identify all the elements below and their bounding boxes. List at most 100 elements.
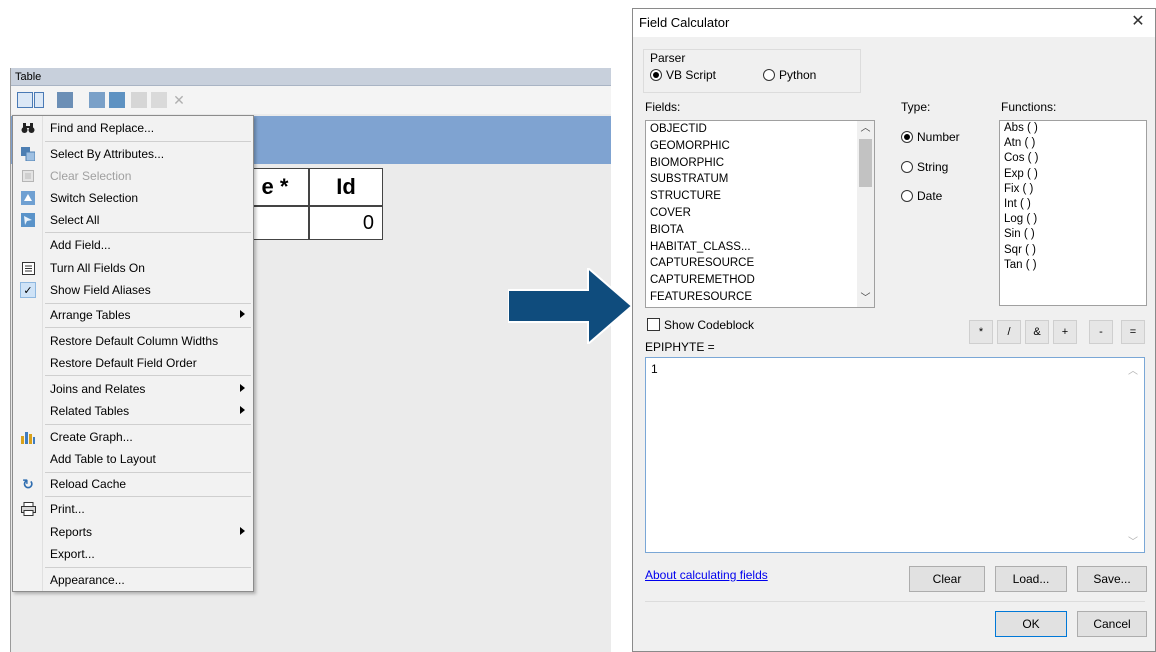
- function-list-item[interactable]: Int ( ): [1000, 197, 1146, 212]
- function-list-item[interactable]: Exp ( ): [1000, 167, 1146, 182]
- menu-item-reports[interactable]: Reports: [13, 521, 253, 543]
- menu-item-label: Appearance...: [50, 573, 125, 587]
- menu-item-reload-cache[interactable]: ↻ Reload Cache: [13, 473, 253, 495]
- menu-item-label: Related Tables: [50, 404, 130, 418]
- menu-item-print[interactable]: Print...: [13, 498, 253, 520]
- menu-item-label: Select By Attributes...: [50, 147, 165, 161]
- menu-separator: [45, 141, 251, 142]
- type-radio-date[interactable]: Date: [901, 189, 942, 203]
- parser-radio-python[interactable]: Python: [763, 68, 816, 82]
- menu-item-clear-selection[interactable]: Clear Selection: [13, 165, 253, 187]
- scroll-up-icon[interactable]: ︿: [1128, 362, 1138, 377]
- fields-scrollbar[interactable]: ︿ ﹀: [857, 121, 874, 307]
- menu-item-appearance[interactable]: Appearance...: [13, 569, 253, 591]
- menu-item-find-and-replace[interactable]: Find and Replace...: [13, 117, 253, 139]
- expression-textarea[interactable]: 1 ︿ ﹀: [645, 357, 1145, 553]
- operator-divide-button[interactable]: /: [997, 320, 1021, 344]
- function-list-item[interactable]: Tan ( ): [1000, 258, 1146, 273]
- field-list-item[interactable]: BIOMORPHIC: [646, 155, 874, 172]
- operator-ampersand-button[interactable]: &: [1025, 320, 1049, 344]
- parser-radio-vbscript[interactable]: VB Script: [650, 68, 716, 82]
- menu-separator: [45, 424, 251, 425]
- about-calculating-fields-link[interactable]: About calculating fields: [645, 568, 768, 582]
- radio-unselected-icon: [763, 69, 775, 81]
- clear-selection-toolbar-icon[interactable]: [131, 92, 147, 108]
- field-list-item[interactable]: OBJECTID: [646, 121, 874, 138]
- show-codeblock-checkbox[interactable]: [647, 318, 660, 331]
- menu-item-add-field[interactable]: Add Field...: [13, 234, 253, 256]
- field-list-item[interactable]: GEOMORPHIC: [646, 138, 874, 155]
- field-list-item[interactable]: SUBSTRATUM: [646, 171, 874, 188]
- menu-item-label: Create Graph...: [50, 430, 133, 444]
- radio-label: VB Script: [666, 68, 717, 82]
- function-list-item[interactable]: Abs ( ): [1000, 121, 1146, 136]
- field-list-item[interactable]: STRUCTURE: [646, 188, 874, 205]
- field-list-item[interactable]: CAPTURESOURCE: [646, 255, 874, 272]
- menu-separator: [45, 375, 251, 376]
- functions-label: Functions:: [1001, 100, 1057, 114]
- menu-item-label: Add Field...: [50, 238, 111, 252]
- close-icon[interactable]: ✕: [1129, 13, 1147, 31]
- menu-item-switch-selection[interactable]: Switch Selection: [13, 187, 253, 209]
- switch-selection-toolbar-icon[interactable]: [109, 92, 125, 108]
- dialog-title: Field Calculator: [633, 9, 1155, 37]
- close-x-icon[interactable]: ✕: [171, 92, 187, 108]
- menu-item-export[interactable]: Export...: [13, 543, 253, 565]
- menu-item-joins-and-relates[interactable]: Joins and Relates: [13, 378, 253, 400]
- menu-item-create-graph[interactable]: Create Graph...: [13, 426, 253, 448]
- ok-button[interactable]: OK: [995, 611, 1067, 637]
- scroll-thumb[interactable]: [859, 139, 872, 187]
- table-options-dropdown-icon[interactable]: [34, 92, 44, 108]
- field-list-item[interactable]: BIOTA: [646, 222, 874, 239]
- operator-plus-button[interactable]: +: [1053, 320, 1077, 344]
- function-list-item[interactable]: Fix ( ): [1000, 182, 1146, 197]
- function-list-item[interactable]: Atn ( ): [1000, 136, 1146, 151]
- menu-item-related-tables[interactable]: Related Tables: [13, 400, 253, 422]
- table-cell-id[interactable]: 0: [309, 206, 383, 240]
- cancel-button[interactable]: Cancel: [1077, 611, 1147, 637]
- save-button[interactable]: Save...: [1077, 566, 1147, 592]
- submenu-arrow-icon: [240, 527, 245, 535]
- function-list-item[interactable]: Sin ( ): [1000, 227, 1146, 242]
- delete-selected-toolbar-icon[interactable]: [151, 92, 167, 108]
- operator-equals-button[interactable]: =: [1121, 320, 1145, 344]
- operator-minus-button[interactable]: -: [1089, 320, 1113, 344]
- menu-item-arrange-tables[interactable]: Arrange Tables: [13, 304, 253, 326]
- column-header-id[interactable]: Id: [309, 168, 383, 206]
- type-radio-number[interactable]: Number: [901, 130, 960, 144]
- menu-item-label: Turn All Fields On: [50, 261, 145, 275]
- menu-item-select-by-attributes[interactable]: Select By Attributes...: [13, 143, 253, 165]
- function-list-item[interactable]: Cos ( ): [1000, 151, 1146, 166]
- select-by-attributes-toolbar-icon[interactable]: [89, 92, 105, 108]
- radio-unselected-icon: [901, 190, 913, 202]
- scroll-down-icon[interactable]: ﹀: [1128, 533, 1138, 548]
- operator-multiply-button[interactable]: *: [969, 320, 993, 344]
- clear-button[interactable]: Clear: [909, 566, 985, 592]
- menu-item-add-table-to-layout[interactable]: Add Table to Layout: [13, 448, 253, 470]
- fields-list[interactable]: OBJECTID GEOMORPHIC BIOMORPHIC SUBSTRATUM ST…: [645, 120, 875, 308]
- menu-item-turn-all-fields-on[interactable]: Turn All Fields On: [13, 257, 253, 279]
- field-list-item[interactable]: FEATURESOURCE: [646, 289, 874, 306]
- menu-item-restore-default-column-widths[interactable]: Restore Default Column Widths: [13, 330, 253, 352]
- refresh-icon: ↻: [22, 475, 34, 492]
- field-list-item[interactable]: CAPTUREMETHOD: [646, 272, 874, 289]
- menu-item-select-all[interactable]: Select All: [13, 209, 253, 231]
- functions-list[interactable]: Abs ( ) Atn ( ) Cos ( ) Exp ( ) Fix ( ) Int (…: [999, 120, 1147, 306]
- table-options-icon[interactable]: [17, 92, 33, 108]
- type-radio-string[interactable]: String: [901, 160, 948, 174]
- field-list-item[interactable]: HABITAT_CLASS...: [646, 239, 874, 256]
- check-icon: ✓: [20, 282, 36, 298]
- related-tables-icon[interactable]: [57, 92, 73, 108]
- menu-item-restore-default-field-order[interactable]: Restore Default Field Order: [13, 352, 253, 374]
- scroll-down-icon[interactable]: ﹀: [857, 291, 874, 307]
- menu-separator: [45, 567, 251, 568]
- menu-item-label: Add Table to Layout: [50, 452, 156, 466]
- dialog-divider: [645, 601, 1145, 602]
- field-list-item[interactable]: COVER: [646, 205, 874, 222]
- function-list-item[interactable]: Log ( ): [1000, 212, 1146, 227]
- menu-separator: [45, 232, 251, 233]
- load-button[interactable]: Load...: [995, 566, 1067, 592]
- function-list-item[interactable]: Sqr ( ): [1000, 243, 1146, 258]
- menu-item-show-field-aliases[interactable]: ✓ Show Field Aliases: [13, 279, 253, 301]
- scroll-up-icon[interactable]: ︿: [857, 121, 874, 137]
